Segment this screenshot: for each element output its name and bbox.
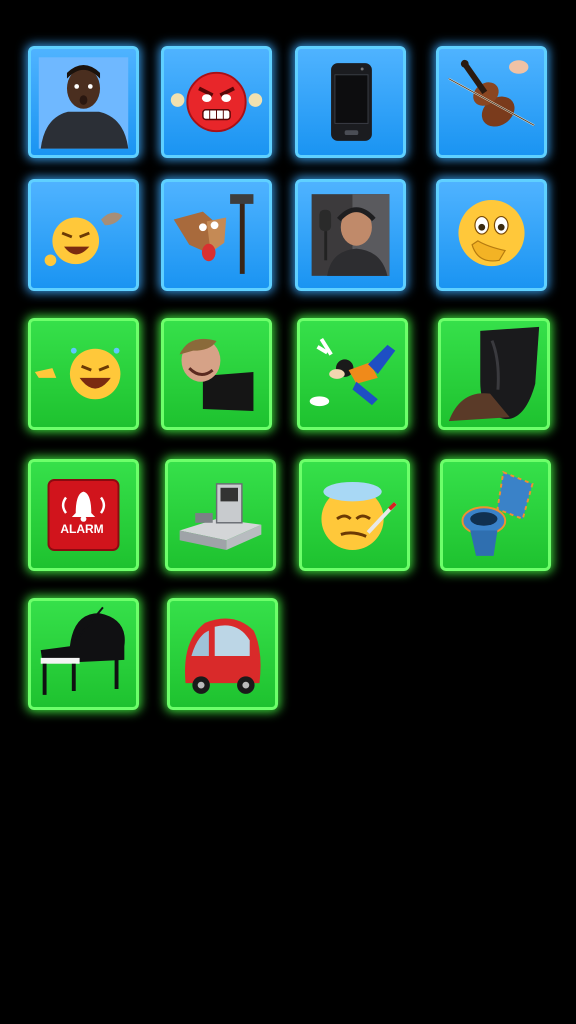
sound-button-violin[interactable] (436, 46, 547, 158)
sound-button-red-car[interactable] (167, 598, 278, 710)
sound-button-sick-emoji[interactable] (299, 459, 410, 571)
alarm-bell-icon (47, 479, 120, 551)
shocked-emoji-icon (458, 200, 525, 267)
sound-button-goofy-falling[interactable] (297, 318, 408, 430)
sound-button-phone[interactable] (295, 46, 406, 158)
angry-emoji-icon (170, 71, 263, 133)
sound-button-person-laughing[interactable] (161, 318, 272, 430)
sound-button-dark-object[interactable] (438, 318, 550, 430)
sound-button-pointing-laughing-emoji[interactable] (28, 318, 139, 430)
violin-icon (448, 59, 535, 127)
sound-button-person-surprised[interactable] (28, 46, 139, 158)
dark-object-icon (448, 326, 540, 422)
sound-button-alarm[interactable]: ALARM (28, 459, 139, 571)
alarm-label: ALARM (60, 522, 104, 536)
sound-button-singer-microphone[interactable] (295, 179, 406, 291)
pointing-laughing-emoji-icon (34, 347, 121, 400)
sound-button-coyote-hammer[interactable] (161, 179, 272, 291)
phone-icon (331, 63, 372, 141)
sound-button-checkout-register[interactable] (165, 459, 276, 571)
sound-button-laughing-emoji[interactable] (28, 179, 139, 291)
sound-button-angry-emoji[interactable] (161, 46, 272, 158)
sound-button-shocked-emoji[interactable] (436, 179, 547, 291)
coyote-icon (173, 194, 254, 274)
piano-icon (40, 606, 125, 695)
checkout-register-icon (179, 483, 262, 550)
red-car-icon (185, 618, 261, 694)
person-surprised-icon (38, 57, 129, 149)
sound-button-toilet[interactable] (440, 459, 551, 571)
sound-button-piano[interactable] (28, 598, 139, 710)
person-laughing-icon (179, 338, 254, 411)
goofy-icon (309, 337, 396, 407)
toilet-icon (461, 470, 534, 556)
laughing-emoji-icon (44, 212, 123, 267)
singer-microphone-icon (311, 194, 390, 276)
sick-emoji-icon (321, 481, 397, 550)
